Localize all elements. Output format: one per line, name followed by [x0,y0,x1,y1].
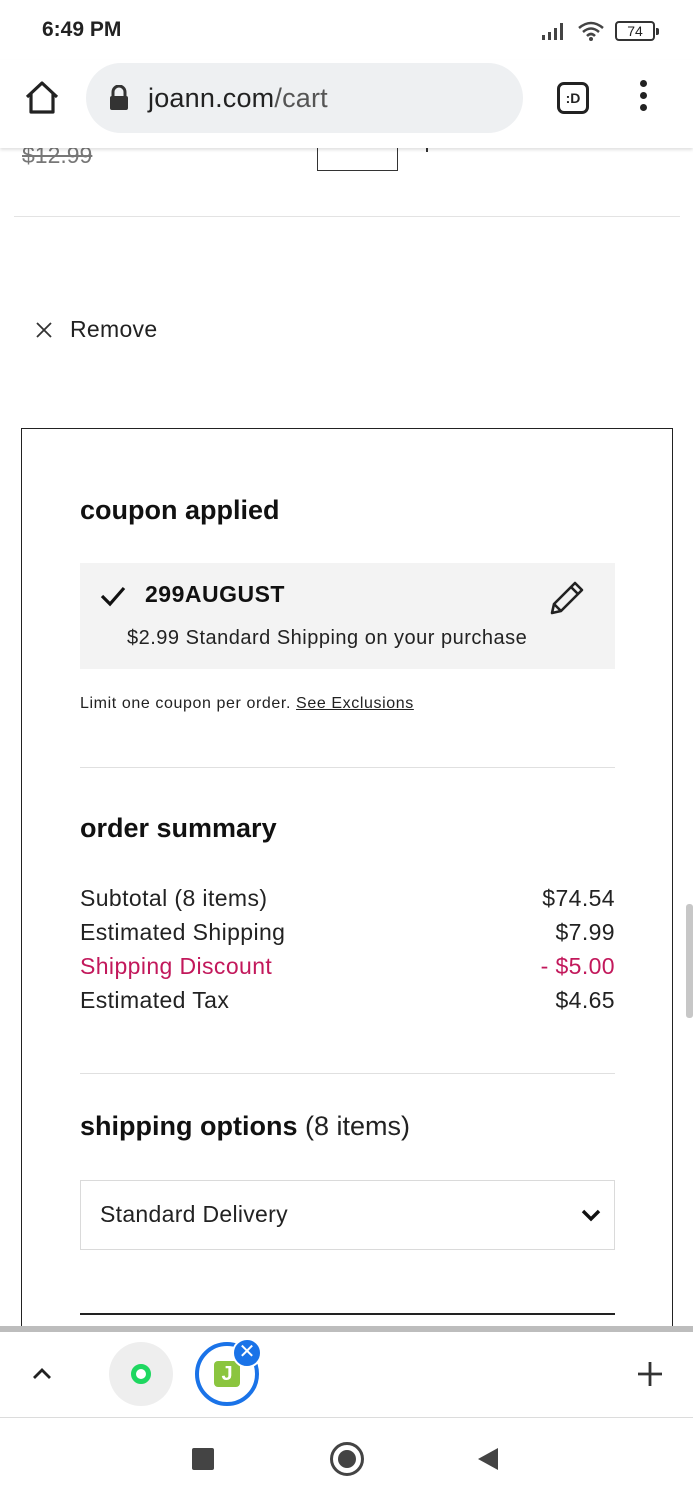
close-tab-button[interactable]: ✕ [232,1338,262,1368]
url-path: /cart [274,83,328,113]
summary-row-shipping: Estimated Shipping $7.99 [80,919,615,951]
joann-logo: J [214,1361,240,1387]
shipping-title-text: shipping options [80,1111,298,1141]
back-icon[interactable] [476,1446,500,1472]
plus-icon[interactable] [636,1360,664,1388]
status-bar: 6:49 PM 74 [0,0,693,60]
summary-row-shipping-discount: Shipping Discount - $5.00 [80,953,615,985]
lock-icon [110,85,128,110]
home-icon[interactable] [22,78,62,118]
summary-label: Estimated Shipping [80,919,286,945]
scrollbar-thumb[interactable] [686,904,693,1018]
browser-toolbar: joann.com/cart :D [0,60,693,148]
applied-coupon: 299AUGUST $2.99 Standard Shipping on you… [80,563,615,669]
tab-strip: J ✕ [0,1326,693,1418]
see-exclusions-link[interactable]: See Exclusions [296,695,414,712]
shipping-method-select[interactable]: Standard Delivery [80,1180,615,1250]
wifi-icon [578,21,604,41]
status-icons: 74 [541,18,659,44]
system-nav-bar [0,1418,693,1500]
cart-summary-panel: coupon applied 299AUGUST $2.99 Standard … [21,428,673,1348]
more-vert-icon[interactable] [634,80,652,116]
chevron-down-icon [581,1209,601,1222]
summary-value: $4.65 [555,987,615,1013]
pencil-icon[interactable] [546,577,588,619]
url-host: joann.com [148,83,275,113]
shipping-selected-value: Standard Delivery [100,1201,288,1227]
limit-text: Limit one coupon per order. [80,695,291,712]
order-summary-title: order summary [80,813,277,843]
recents-button[interactable] [192,1448,214,1470]
divider [14,216,680,217]
divider [80,1313,615,1315]
tab-switcher-button[interactable]: :D [557,82,589,114]
chevron-up-icon[interactable] [30,1364,54,1382]
close-icon [36,321,52,338]
address-bar[interactable]: joann.com/cart [86,63,523,133]
summary-row-tax: Estimated Tax $4.65 [80,987,615,1019]
check-icon [100,586,126,607]
summary-row-subtotal: Subtotal (8 items) $74.54 [80,885,615,917]
summary-value: $7.99 [555,919,615,945]
remove-item-button[interactable]: Remove [34,316,157,343]
tab-green-dot[interactable] [109,1342,173,1406]
coupon-description: $2.99 Standard Shipping on your purchase [127,627,528,649]
shipping-item-count: (8 items) [304,1111,410,1141]
coupon-code: 299AUGUST [145,581,285,607]
battery-indicator: 74 [615,21,659,41]
coupon-section-title: coupon applied [80,495,280,525]
summary-label: Estimated Tax [80,987,230,1013]
signal-icon [542,23,563,40]
summary-value: $74.54 [542,885,615,911]
divider [80,767,615,768]
status-time: 6:49 PM [42,18,122,41]
shipping-options-title: shipping options (8 items) [80,1111,410,1142]
divider [80,1073,615,1074]
summary-label: Shipping Discount [80,953,273,979]
home-nav-button[interactable] [330,1442,364,1476]
summary-label: Subtotal (8 items) [80,885,268,911]
remove-label: Remove [70,316,158,342]
url-text: joann.com/cart [148,83,328,114]
summary-value: - $5.00 [540,953,615,979]
coupon-limit-note: Limit one coupon per order. See Exclusio… [80,695,414,713]
